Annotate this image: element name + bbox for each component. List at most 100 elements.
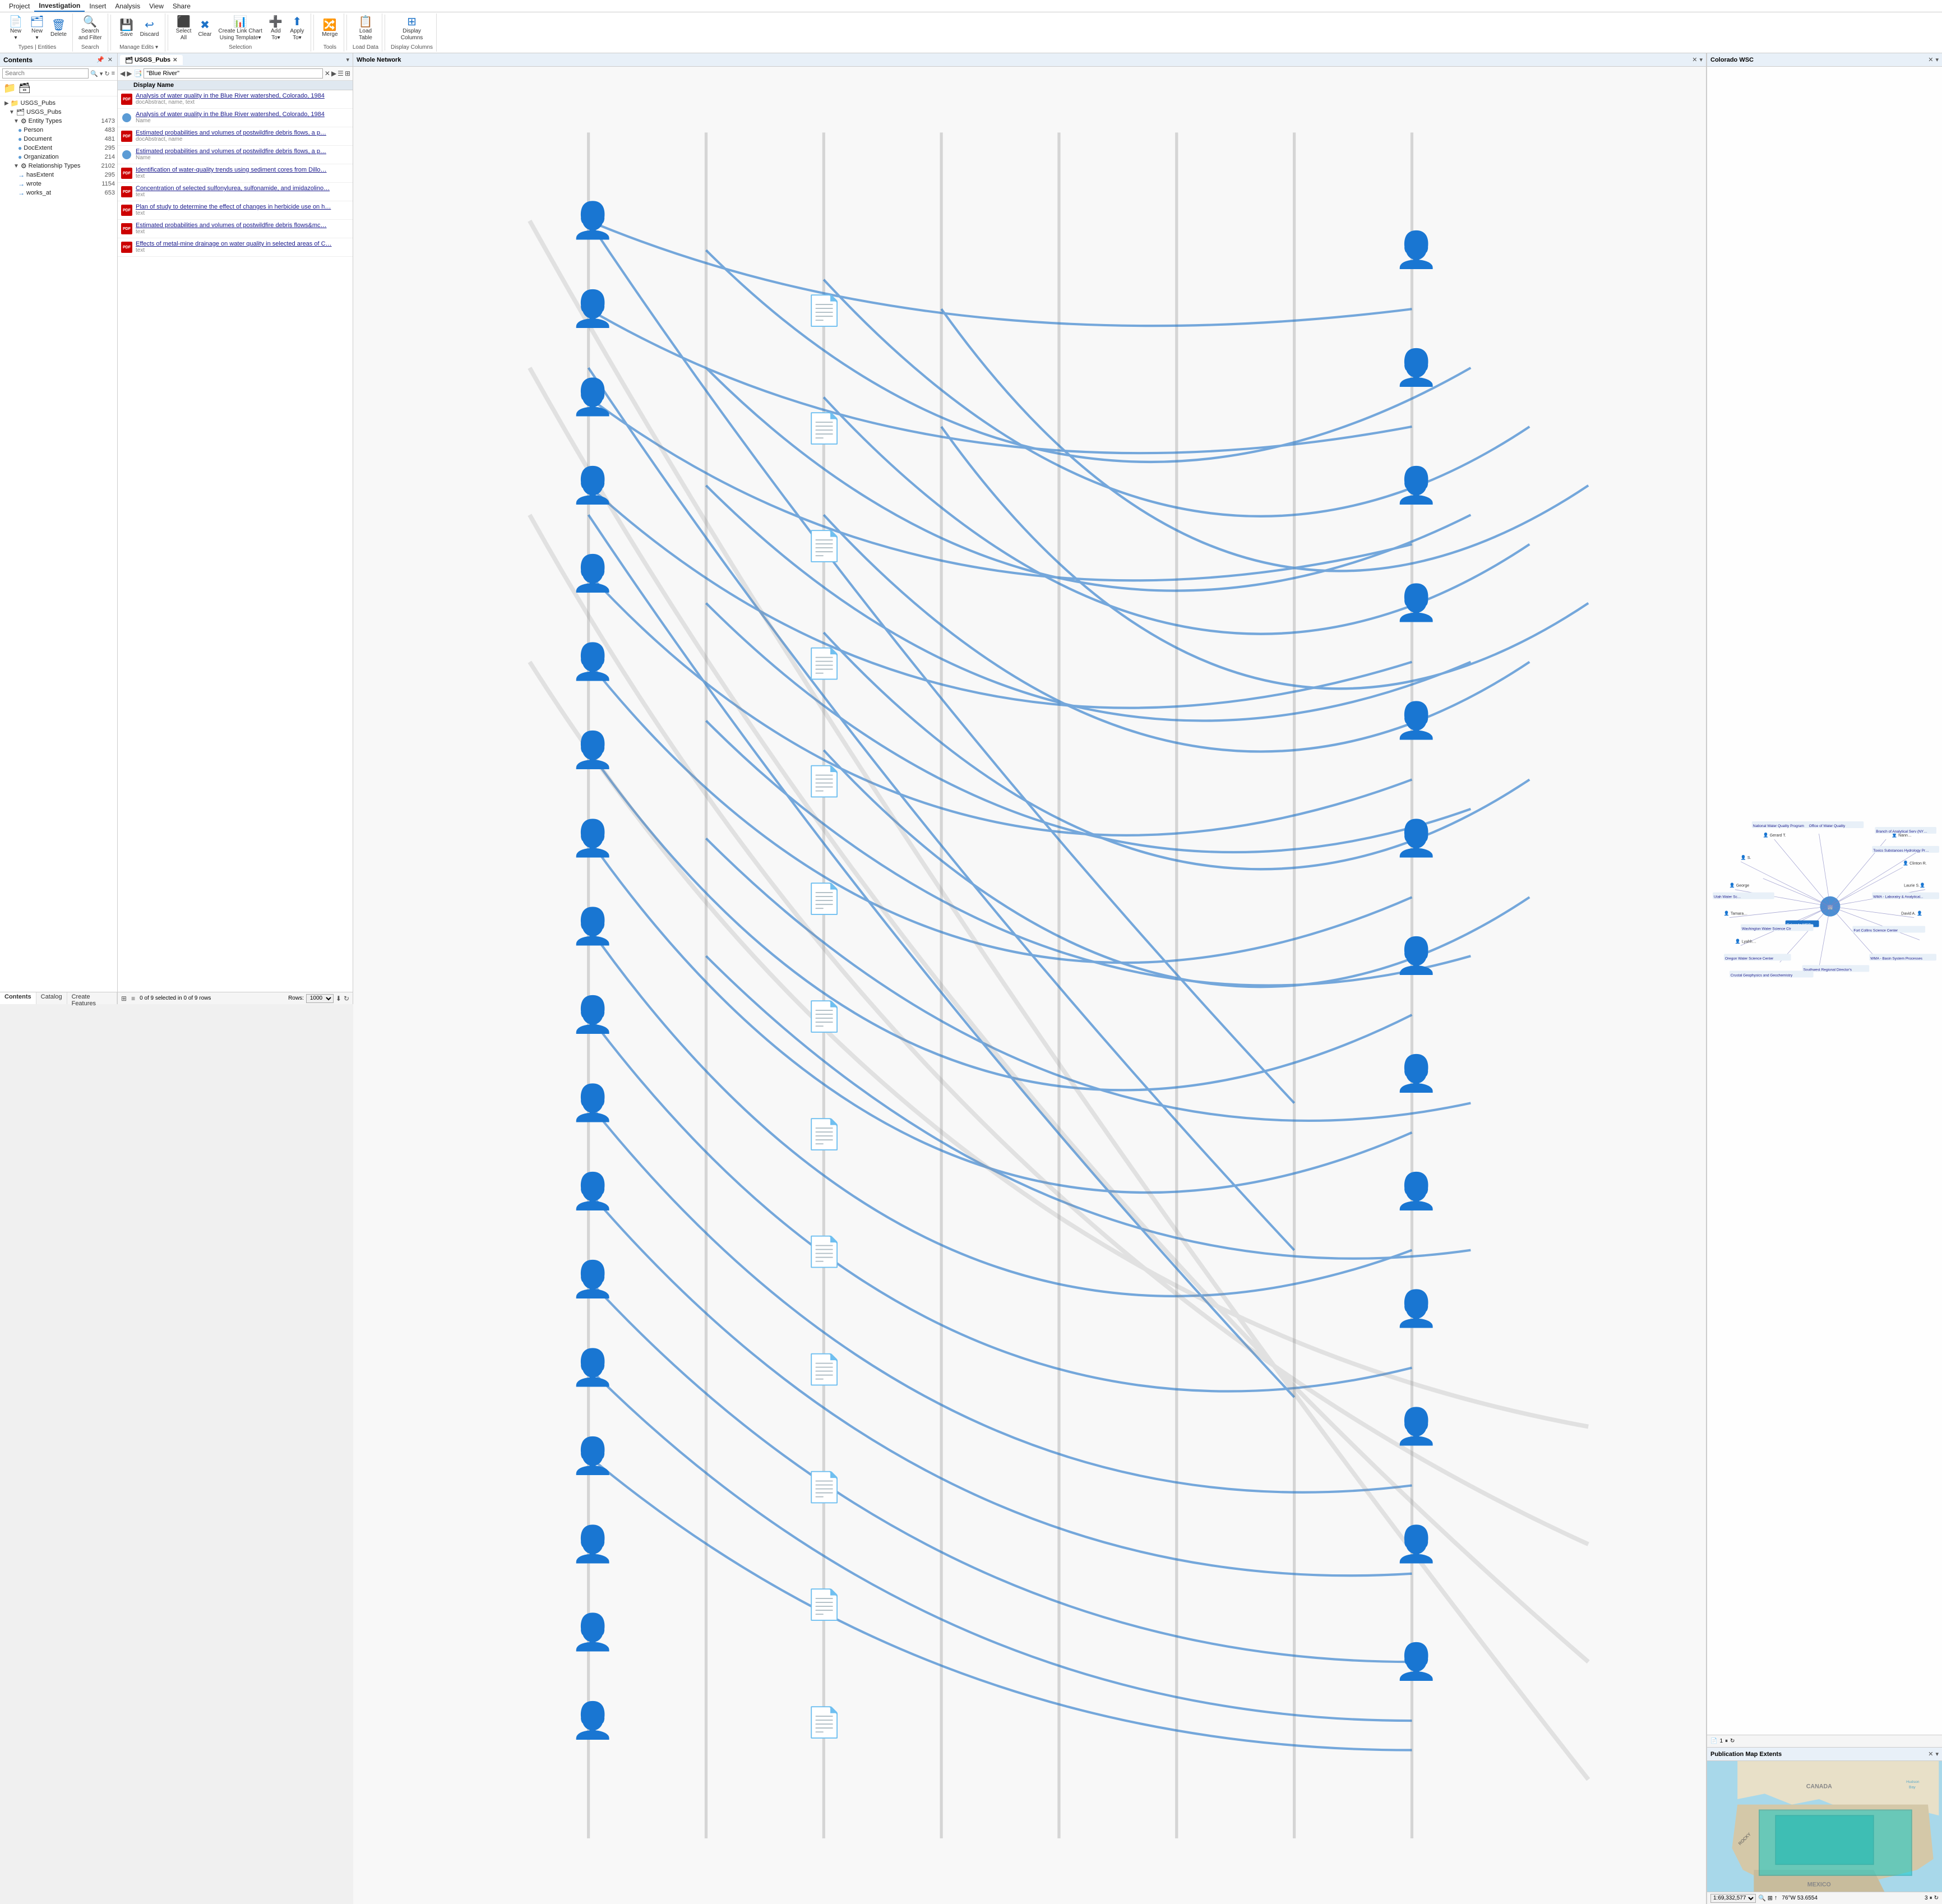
save-button[interactable]: 💾 Save — [117, 19, 137, 39]
hasextent-arrow-icon: → — [18, 171, 25, 179]
svg-text:Oregon Water Science Center: Oregon Water Science Center — [1725, 956, 1774, 960]
menu-insert[interactable]: Insert — [85, 1, 110, 11]
svg-text:👤: 👤 — [1394, 229, 1438, 270]
merge-button[interactable]: 🔀 Merge — [320, 19, 340, 39]
svg-text:📄: 📄 — [806, 294, 843, 327]
search-filter-button[interactable]: 🔍 Searchand Filter — [76, 15, 104, 43]
arrow-icon: ▶ — [4, 100, 9, 107]
close-colo-icon[interactable]: ✕ — [1928, 56, 1933, 63]
tab-create-features[interactable]: Create Features — [67, 992, 117, 1004]
display-columns-label: Display Columns — [391, 44, 433, 50]
close-panel-x-icon[interactable]: ✕ — [1692, 56, 1697, 63]
svg-text:👤: 👤 — [571, 1523, 614, 1564]
list-item[interactable]: PDF Analysis of water quality in the Blu… — [118, 90, 353, 109]
organization-icon: ● — [18, 153, 22, 161]
refresh-data-icon[interactable]: ↻ — [344, 995, 349, 1002]
ribbon-group-selection: ⬛ SelectAll ✖ Clear 📊 Create Link ChartU… — [170, 13, 311, 52]
clear-button[interactable]: ✖ Clear — [195, 19, 215, 39]
tree-item-relationship-types[interactable]: ▼ ⚙ Relationship Types 2102 — [0, 161, 117, 170]
discard-button[interactable]: ↩ Discard — [138, 19, 161, 39]
contents-search-input[interactable] — [2, 68, 89, 78]
add-to-button[interactable]: ➕ AddTo▾ — [266, 15, 286, 43]
menu-investigation[interactable]: Investigation — [34, 1, 85, 12]
tree-item-usgs-pubs[interactable]: ▼ 🗂 USGS_Pubs — [0, 108, 117, 117]
list-item[interactable]: PDF Estimated probabilities and volumes … — [118, 127, 353, 146]
map-refresh-icon[interactable]: ↻ — [1934, 1895, 1939, 1901]
clear-search-icon[interactable]: ✕ — [325, 70, 330, 77]
svg-text:👤: 👤 — [1763, 832, 1769, 838]
row-sub: Name — [136, 155, 350, 161]
row-title: Identification of water-quality trends u… — [136, 167, 350, 173]
download-icon[interactable]: ⬇ — [336, 995, 341, 1002]
colo-expand-icon[interactable]: ▾ — [1935, 56, 1939, 63]
tree-item-organization[interactable]: ● Organization 214 — [0, 152, 117, 161]
new-icon: 📄 — [9, 16, 23, 27]
tab-close-button[interactable]: ✕ — [173, 57, 177, 63]
map-scale-select[interactable]: 1:69,332,577 — [1710, 1894, 1756, 1903]
menu-view[interactable]: View — [145, 1, 168, 11]
new-entity-button[interactable]: 🗂 New▾ — [27, 15, 47, 43]
tab-catalog[interactable]: Catalog — [36, 992, 67, 1004]
back-icon[interactable]: ◀ — [120, 70, 125, 77]
tree-item-works-at[interactable]: → works_at 653 — [0, 188, 117, 197]
delete-button[interactable]: 🗑 Delete — [48, 19, 69, 39]
tree-item-wrote[interactable]: → wrote 1154 — [0, 179, 117, 188]
list-item[interactable]: PDF Estimated probabilities and volumes … — [118, 220, 353, 238]
search-options-icon[interactable]: ☰ — [337, 70, 344, 77]
pin-icon[interactable]: 📌 — [95, 56, 105, 64]
tree-item-document[interactable]: ● Document 481 — [0, 135, 117, 144]
main-layout: Contents 📌 ✕ 🔍 ▾ ↻ ≡ 📁 🗃 ▶ 📁 USGS_Pubs — [0, 53, 1942, 1004]
search-icon[interactable]: 🔍 — [90, 70, 98, 77]
tree-item-entity-types[interactable]: ▼ ⚙ Entity Types 1473 — [0, 117, 117, 126]
data-tab-usgs-pubs[interactable]: 🗂 USGS_Pubs ✕ — [120, 55, 183, 65]
row-title: Estimated probabilities and volumes of p… — [136, 130, 350, 136]
menu-project[interactable]: Project — [4, 1, 34, 11]
map-zoom-in-icon[interactable]: 🔍 — [1758, 1894, 1766, 1902]
folder-icon: 📁 — [3, 82, 16, 94]
grid-view-icon[interactable]: ⊞ — [345, 70, 350, 77]
expand-panel-icon[interactable]: ▾ — [345, 56, 350, 64]
list-item[interactable]: PDF Identification of water-quality tren… — [118, 164, 353, 183]
map-layers-icon[interactable]: ⊞ — [1768, 1894, 1773, 1902]
svg-text:👤: 👤 — [571, 1171, 614, 1211]
list-item[interactable]: Analysis of water quality in the Blue Ri… — [118, 109, 353, 127]
whole-network-panel: Whole Network ✕ ▾ — [353, 53, 1707, 1904]
list-item[interactable]: PDF Effects of metal-mine drainage on wa… — [118, 238, 353, 257]
row-sub: Name — [136, 118, 350, 124]
merge-icon: 🔀 — [323, 20, 337, 31]
expand-icon[interactable]: ▾ — [1699, 56, 1703, 63]
tree-item-person[interactable]: ● Person 483 — [0, 126, 117, 135]
nav-icon[interactable]: 📑 — [133, 70, 142, 77]
data-status-bar: ⊞ ≡ 0 of 9 selected in 0 of 9 rows Rows:… — [118, 992, 353, 1004]
tree-item-docextent[interactable]: ● DocExtent 295 — [0, 144, 117, 152]
status-text: 0 of 9 selected in 0 of 9 rows — [140, 995, 211, 1001]
forward-icon[interactable]: ▶ — [127, 70, 132, 77]
run-search-icon[interactable]: ▶ — [331, 70, 336, 77]
tab-contents[interactable]: Contents — [0, 992, 36, 1004]
contents-search-dropdown[interactable]: ▾ — [100, 70, 103, 77]
display-columns-button[interactable]: ⊞ DisplayColumns — [399, 15, 425, 43]
tree-item-hasextent[interactable]: → hasExtent 295 — [0, 170, 117, 179]
map-pause-icon[interactable]: ⏸ — [1930, 1895, 1932, 1901]
load-table-button[interactable]: 📋 LoadTable — [355, 15, 376, 43]
select-all-button[interactable]: ⬛ SelectAll — [174, 15, 194, 43]
map-expand-icon[interactable]: ▾ — [1935, 1750, 1939, 1758]
refresh-icon[interactable]: ↻ — [104, 70, 109, 77]
svg-text:George: George — [1736, 884, 1749, 888]
colo-pause-icon[interactable]: ⏸ — [1725, 1738, 1728, 1744]
create-link-chart-button[interactable]: 📊 Create Link ChartUsing Template▾ — [216, 15, 265, 43]
list-item[interactable]: Estimated probabilities and volumes of p… — [118, 146, 353, 164]
list-icon[interactable]: ≡ — [112, 70, 115, 77]
rows-select[interactable]: 1000 500 100 — [306, 994, 334, 1003]
close-panel-icon[interactable]: ✕ — [107, 56, 114, 64]
new-button[interactable]: 📄 New▾ — [6, 15, 26, 43]
list-item[interactable]: PDF Plan of study to determine the effec… — [118, 201, 353, 220]
list-item[interactable]: PDF Concentration of selected sulfonylur… — [118, 183, 353, 201]
apply-to-button[interactable]: ⬆ ApplyTo▾ — [287, 15, 307, 43]
search-field[interactable] — [144, 68, 322, 78]
close-map-icon[interactable]: ✕ — [1928, 1750, 1933, 1758]
menu-share[interactable]: Share — [168, 1, 195, 11]
colo-refresh-icon[interactable]: ↻ — [1730, 1738, 1735, 1744]
tree-item-usgs-pubs-root[interactable]: ▶ 📁 USGS_Pubs — [0, 99, 117, 108]
menu-analysis[interactable]: Analysis — [110, 1, 145, 11]
